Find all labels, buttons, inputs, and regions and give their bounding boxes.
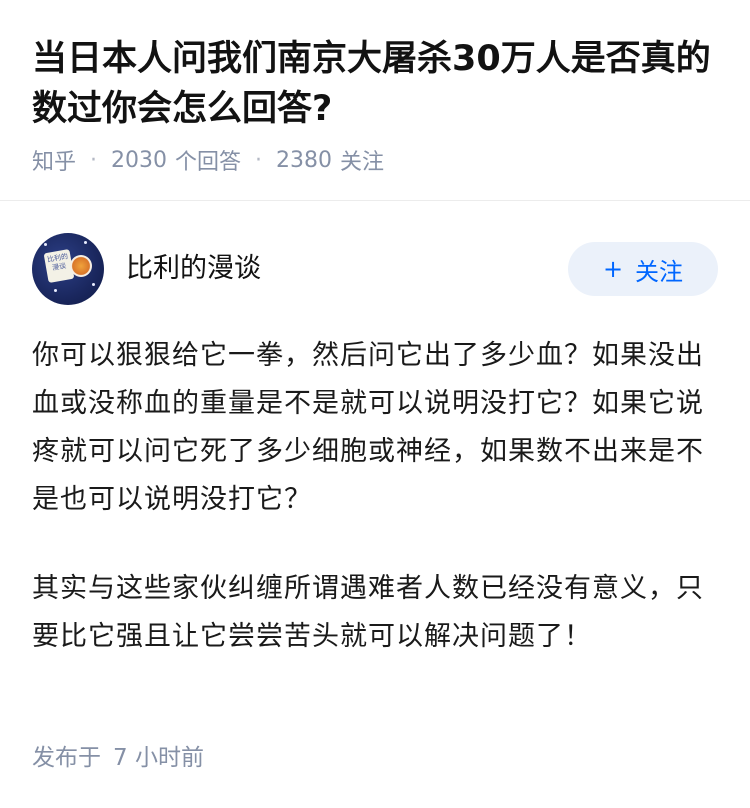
sparkle-icon [54,289,57,292]
question-meta: 知乎 · 2030 个回答 · 2380 关注 [32,144,722,176]
follower-count: 2380 [276,147,333,173]
sparkle-icon [44,243,47,246]
meta-separator: · [90,147,98,173]
plus-icon: + [602,255,624,283]
follow-button-label: 关注 [635,257,684,286]
question-title[interactable]: 当日本人问我们南京大屠杀30万人是否真的数过你会怎么回答? [32,34,722,134]
meta-separator: · [255,147,263,173]
tea-cup-icon [70,255,92,277]
publish-time: 发布于 7 小时前 [32,738,204,778]
sparkle-icon [92,283,95,286]
sparkle-icon [84,241,87,244]
section-divider [0,200,750,201]
avatar[interactable]: 比利的漫谈 [32,233,104,305]
question-header: 当日本人问我们南京大屠杀30万人是否真的数过你会怎么回答? 知乎 · 2030 … [32,34,722,176]
publish-time-value: 7 小时前 [113,745,204,771]
author-name[interactable]: 比利的漫谈 [126,249,261,289]
source-label[interactable]: 知乎 [32,144,76,176]
answer-content: 你可以狠狠给它一拳，然后问它出了多少血？如果没出血或没称血的重量是不是就可以说明… [32,332,704,661]
publish-label: 发布于 [32,745,101,771]
author-bar: 比利的漫谈 比利的漫谈 + 关注 [32,233,718,307]
follower-count-label[interactable]: 关注 [340,144,384,176]
answer-paragraph: 你可以狠狠给它一拳，然后问它出了多少血？如果没出血或没称血的重量是不是就可以说明… [32,340,704,515]
answer-paragraph: 其实与这些家伙纠缠所谓遇难者人数已经没有意义，只要比它强且让它尝尝苦头就可以解决… [32,573,704,652]
follow-button[interactable]: + 关注 [568,242,718,296]
answer-count: 2030 [111,147,168,173]
answer-count-label[interactable]: 个回答 [175,144,241,176]
